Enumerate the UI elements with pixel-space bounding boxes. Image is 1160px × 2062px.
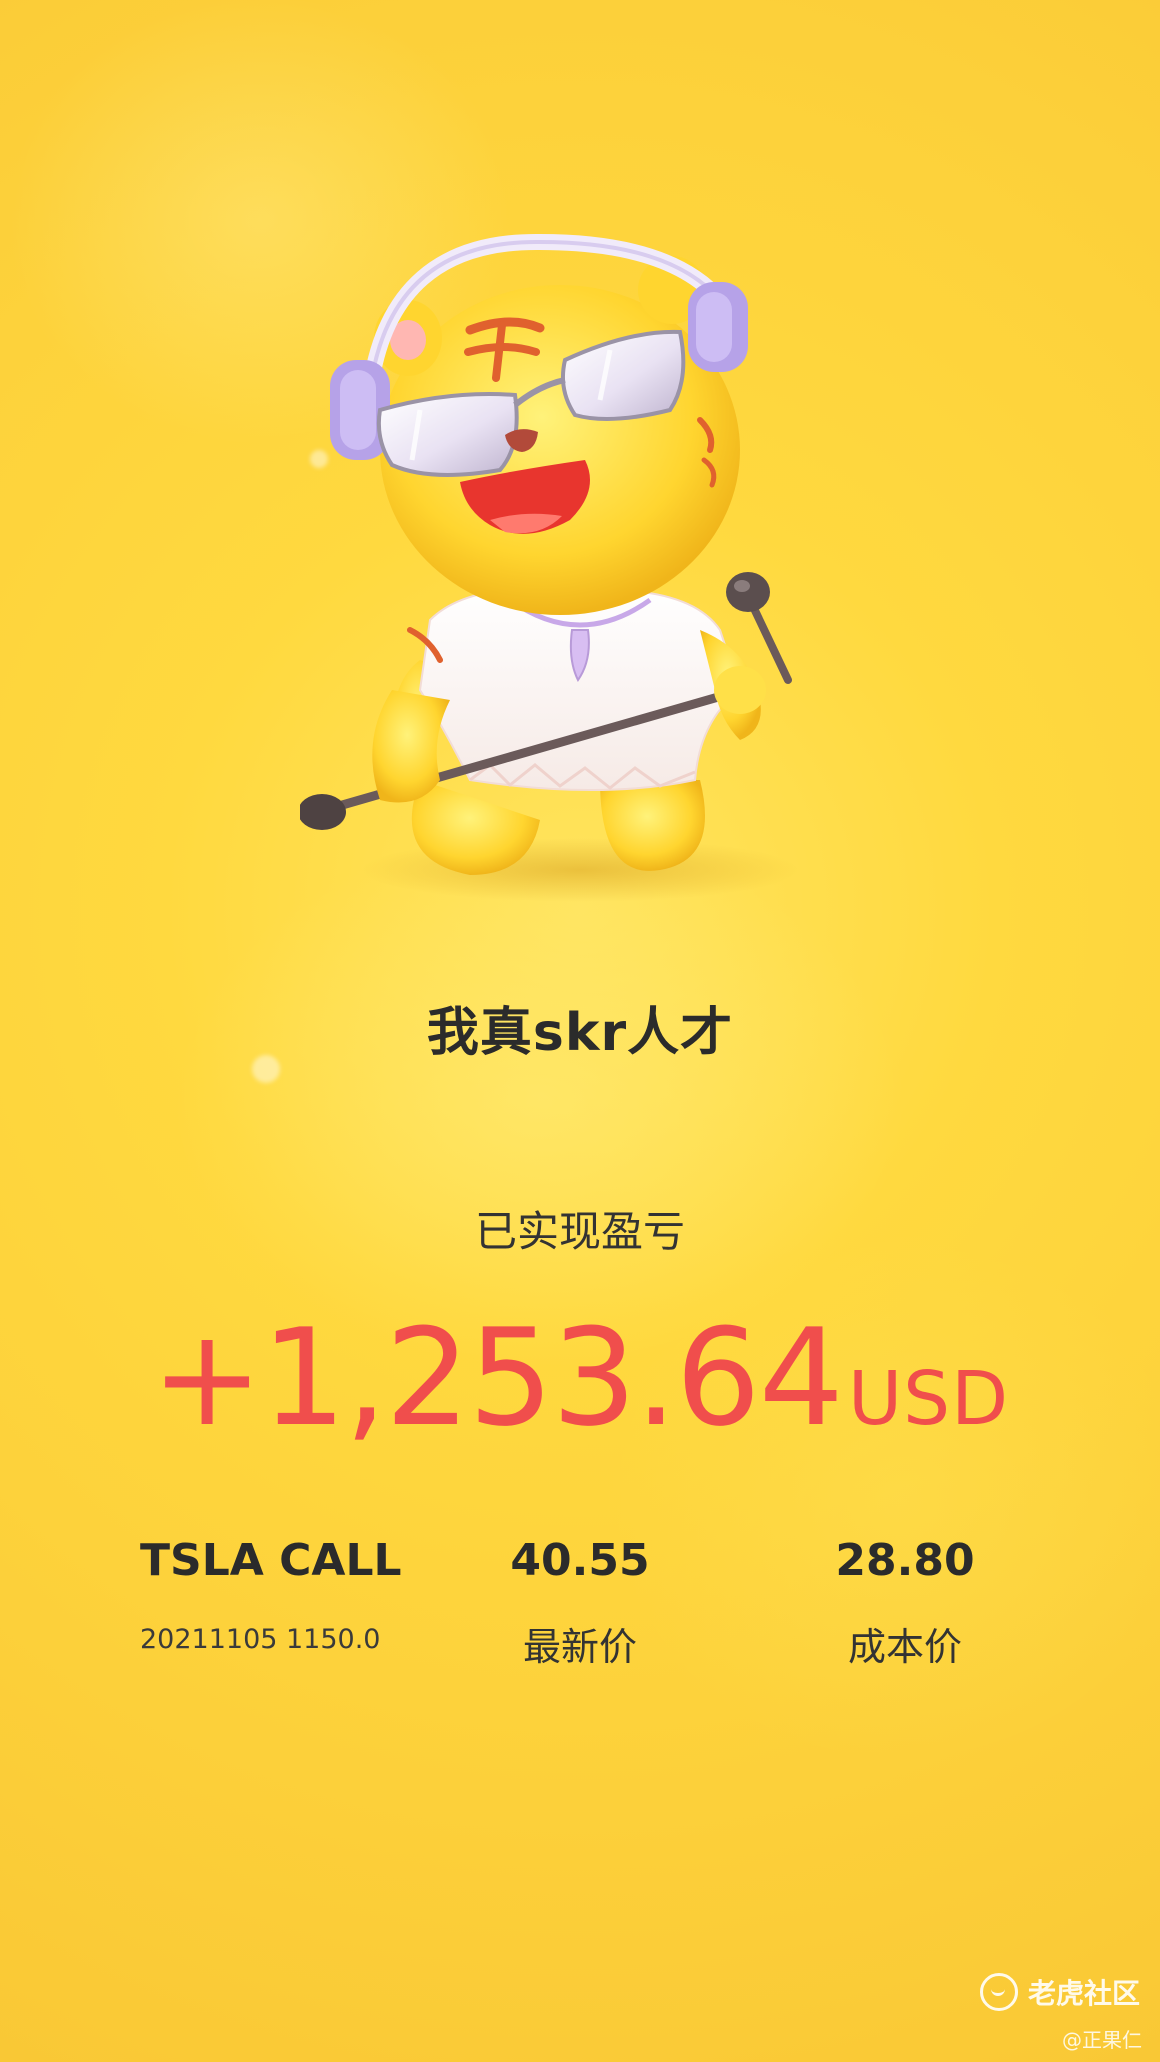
last-price-value: 40.55 xyxy=(510,1535,650,1586)
tiger-mascot-illustration xyxy=(300,233,800,902)
position-symbol-block: TSLA CALL 20211105 1150.0 xyxy=(140,1535,402,1655)
watermark-brand: 老虎社区 xyxy=(1027,1977,1140,2010)
last-price-block: 40.55 最新价 xyxy=(490,1535,670,1671)
achievement-title: 我真skr人才 xyxy=(426,1003,734,1063)
position-contract: 20211105 1150.0 xyxy=(140,1624,381,1655)
cost-price-label: 成本价 xyxy=(847,1625,962,1669)
realized-pnl-label: 已实现盈亏 xyxy=(474,1207,685,1256)
pnl-value: +1,253.64 xyxy=(150,1300,844,1456)
cost-price-block: 28.80 成本价 xyxy=(815,1535,995,1671)
community-watermark: 老虎社区 xyxy=(979,1972,1140,2012)
watermark-user: @正果仁 xyxy=(1062,2028,1142,2052)
pnl-currency: USD xyxy=(847,1356,1010,1442)
last-price-label: 最新价 xyxy=(522,1625,637,1669)
realized-pnl-amount: +1,253.64USD xyxy=(0,1300,1160,1456)
position-symbol: TSLA CALL xyxy=(140,1535,402,1586)
tiger-community-logo-icon xyxy=(979,1973,1018,2011)
cost-price-value: 28.80 xyxy=(835,1535,975,1586)
